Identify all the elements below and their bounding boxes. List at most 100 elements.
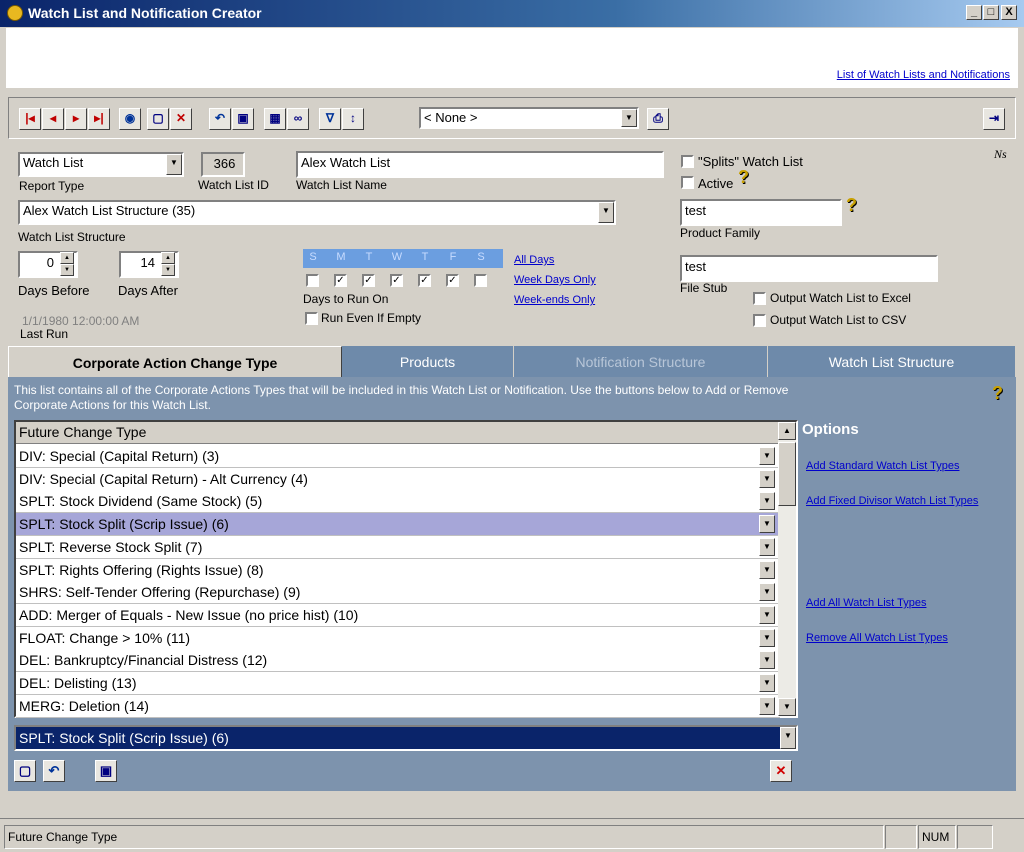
- prev-record-icon[interactable]: ◂: [42, 108, 64, 130]
- day-letter-thu: T: [421, 251, 429, 263]
- row-label: SPLT: Reverse Stock Split (7): [19, 538, 203, 555]
- table-row[interactable]: SPLT: Stock Dividend (Same Stock) (5) ▼: [16, 490, 780, 514]
- scroll-down-icon[interactable]: ▼: [778, 698, 796, 716]
- day-checkbox-sun[interactable]: [306, 274, 319, 287]
- table-row[interactable]: SPLT: Reverse Stock Split (7) ▼: [16, 535, 780, 559]
- run-even-if-empty-checkbox[interactable]: [305, 312, 318, 325]
- watch-list-structure-select[interactable]: Alex Watch List Structure (35) ▼: [18, 200, 616, 225]
- chevron-down-icon[interactable]: ▼: [759, 605, 775, 624]
- chevron-down-icon[interactable]: ▼: [759, 492, 775, 511]
- find-icon[interactable]: ◉: [119, 108, 141, 130]
- day-checkbox-wed[interactable]: ✓: [390, 274, 403, 287]
- vertical-scrollbar[interactable]: ▲ ▼: [778, 422, 796, 716]
- chevron-down-icon[interactable]: ▼: [759, 469, 775, 488]
- save-icon[interactable]: ▣: [232, 108, 254, 130]
- days-before-label: Days Before: [18, 283, 90, 298]
- delete-record-icon[interactable]: ✕: [170, 108, 192, 130]
- chevron-down-icon[interactable]: ▼: [621, 109, 637, 127]
- scroll-thumb[interactable]: [778, 442, 796, 506]
- add-all-types-link[interactable]: Add All Watch List Types: [806, 597, 926, 609]
- search-records-icon[interactable]: ▦: [264, 108, 286, 130]
- all-days-link[interactable]: All Days: [514, 254, 554, 266]
- week-ends-only-link[interactable]: Week-ends Only: [514, 294, 595, 306]
- change-type-panel: This list contains all of the Corporate …: [8, 377, 1016, 791]
- exit-icon[interactable]: ⇥: [983, 108, 1005, 130]
- file-stub-field[interactable]: test: [680, 255, 938, 282]
- add-standard-types-link[interactable]: Add Standard Watch List Types: [806, 460, 959, 472]
- table-row[interactable]: SHRS: Self-Tender Offering (Repurchase) …: [16, 581, 780, 605]
- product-family-field[interactable]: test: [680, 199, 842, 226]
- status-text: Future Change Type: [4, 825, 884, 849]
- table-row[interactable]: ADD: Merger of Equals - New Issue (no pr…: [16, 603, 780, 627]
- scroll-up-icon[interactable]: ▲: [778, 422, 796, 440]
- tab-corporate-action-change-type[interactable]: Corporate Action Change Type: [8, 346, 342, 378]
- first-record-icon[interactable]: |◂: [19, 108, 41, 130]
- table-row[interactable]: DIV: Special (Capital Return) (3) ▼: [16, 445, 780, 468]
- table-row[interactable]: SPLT: Rights Offering (Rights Issue) (8)…: [16, 558, 780, 582]
- chevron-down-icon[interactable]: ▼: [759, 651, 775, 670]
- help-icon[interactable]: ?: [846, 195, 857, 216]
- tab-products[interactable]: Products: [342, 346, 514, 378]
- tab-bar: Corporate Action Change Type Products No…: [8, 346, 1016, 378]
- day-checkbox-sat[interactable]: [474, 274, 487, 287]
- table-row[interactable]: SPLT: Stock Split (Scrip Issue) (6) ▼: [16, 513, 780, 537]
- splits-checkbox[interactable]: [681, 155, 694, 168]
- sort-icon[interactable]: ↕: [342, 108, 364, 130]
- remove-all-types-link[interactable]: Remove All Watch List Types: [806, 632, 948, 644]
- chevron-down-icon[interactable]: ▼: [759, 674, 775, 692]
- maximize-button[interactable]: □: [983, 5, 999, 20]
- save-row-icon[interactable]: ▣: [95, 760, 117, 782]
- day-checkbox-tue[interactable]: ✓: [362, 274, 375, 287]
- print-icon[interactable]: ⎙: [647, 108, 669, 130]
- selected-change-type-combo[interactable]: SPLT: Stock Split (Scrip Issue) (6) ▼: [14, 725, 798, 751]
- days-after-spinner[interactable]: ▲ ▼: [161, 252, 175, 276]
- list-of-watch-lists-link[interactable]: List of Watch Lists and Notifications: [837, 69, 1010, 81]
- table-row[interactable]: DIV: Special (Capital Return) - Alt Curr…: [16, 467, 780, 491]
- output-excel-checkbox[interactable]: [753, 292, 766, 305]
- chevron-down-icon[interactable]: ▼: [598, 202, 614, 223]
- new-record-icon[interactable]: ▢: [147, 108, 169, 130]
- chevron-down-icon[interactable]: ▼: [759, 560, 775, 579]
- table-row[interactable]: MERG: Deletion (14) ▼: [16, 694, 780, 718]
- report-type-select[interactable]: Watch List ▼: [18, 152, 184, 177]
- status-panel-empty: [885, 825, 917, 849]
- table-row[interactable]: DEL: Delisting (13) ▼: [16, 672, 780, 695]
- add-fixed-divisor-types-link[interactable]: Add Fixed Divisor Watch List Types: [806, 495, 978, 507]
- tab-watch-list-structure[interactable]: Watch List Structure: [768, 346, 1016, 378]
- chevron-down-icon[interactable]: ▼: [166, 154, 182, 175]
- undo-icon[interactable]: ↶: [209, 108, 231, 130]
- day-checkbox-mon[interactable]: ✓: [334, 274, 347, 287]
- new-row-icon[interactable]: ▢: [14, 760, 36, 782]
- close-button[interactable]: X: [1001, 5, 1017, 20]
- chevron-down-icon[interactable]: ▼: [759, 447, 775, 465]
- table-row[interactable]: DEL: Bankruptcy/Financial Distress (12) ▼: [16, 649, 780, 673]
- table-row[interactable]: FLOAT: Change > 10% (11) ▼: [16, 626, 780, 650]
- active-checkbox[interactable]: [681, 176, 694, 189]
- chevron-down-icon[interactable]: ▼: [759, 537, 775, 556]
- row-label: ADD: Merger of Equals - New Issue (no pr…: [19, 606, 359, 623]
- day-checkbox-fri[interactable]: ✓: [446, 274, 459, 287]
- chevron-down-icon[interactable]: ▼: [780, 727, 796, 749]
- help-icon[interactable]: ?: [992, 383, 1003, 404]
- filter-combo[interactable]: < None > ▼: [419, 107, 639, 129]
- chevron-down-icon[interactable]: ▼: [759, 628, 775, 647]
- chevron-down-icon[interactable]: ▼: [759, 696, 775, 715]
- day-checkbox-thu[interactable]: ✓: [418, 274, 431, 287]
- filter-icon[interactable]: ∇: [319, 108, 341, 130]
- next-record-icon[interactable]: ▸: [65, 108, 87, 130]
- days-before-spinner[interactable]: ▲ ▼: [60, 252, 74, 276]
- watch-list-name-field[interactable]: Alex Watch List: [296, 151, 664, 178]
- minimize-button[interactable]: _: [966, 5, 982, 20]
- resize-grip-icon[interactable]: [994, 825, 1020, 849]
- week-days-only-link[interactable]: Week Days Only: [514, 274, 596, 286]
- undo-row-icon[interactable]: ↶: [43, 760, 65, 782]
- structure-label: Watch List Structure: [18, 230, 126, 244]
- output-csv-checkbox[interactable]: [753, 314, 766, 327]
- chevron-down-icon[interactable]: ▼: [759, 583, 775, 602]
- binoculars-icon[interactable]: ∞: [287, 108, 309, 130]
- chevron-down-icon[interactable]: ▼: [759, 515, 775, 534]
- last-record-icon[interactable]: ▸|: [88, 108, 110, 130]
- help-icon[interactable]: ?: [738, 167, 749, 188]
- days-after-label: Days After: [118, 283, 178, 298]
- delete-row-icon[interactable]: ✕: [770, 760, 792, 782]
